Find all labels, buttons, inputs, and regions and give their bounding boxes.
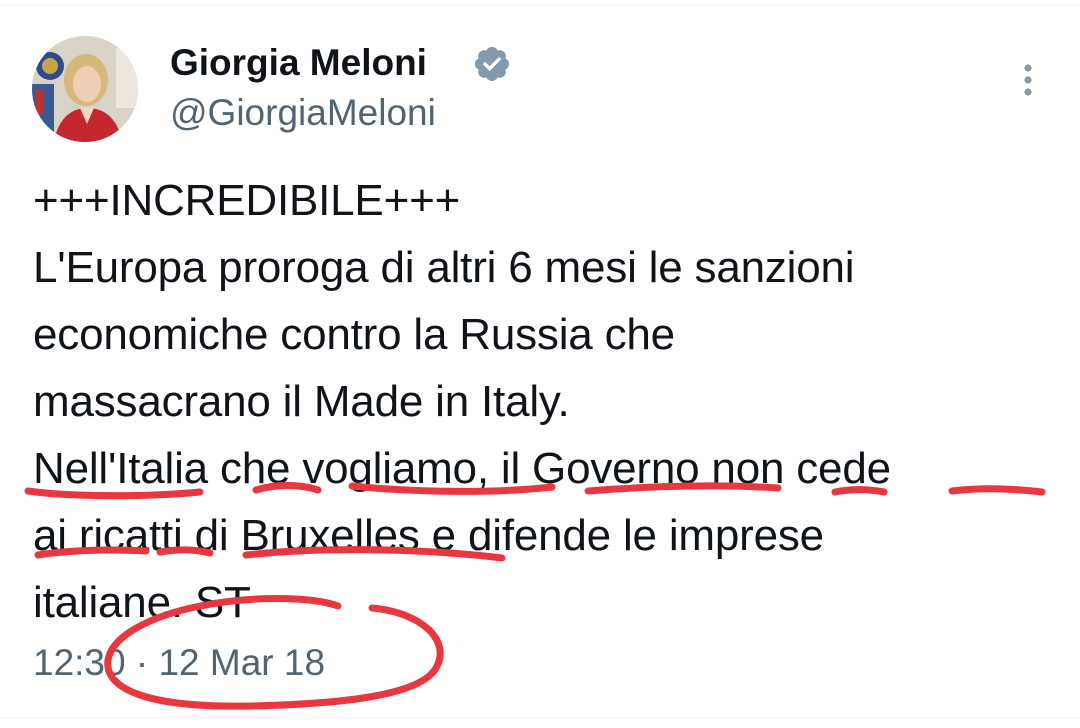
tweet-text: +++INCREDIBILE+++ L'Europa proroga di al… bbox=[33, 167, 1063, 636]
tweet-line-3: economiche contro la Russia che bbox=[33, 310, 675, 359]
display-name[interactable]: Giorgia Meloni bbox=[170, 40, 427, 86]
profile-photo-icon bbox=[32, 36, 138, 142]
tweet-line-6: ai ricatti di Bruxelles e difende le imp… bbox=[33, 511, 824, 560]
tweet-line-5: Nell'Italia che vogliamo, il Governo non… bbox=[33, 444, 891, 493]
tweet-line-2: L'Europa proroga di altri 6 mesi le sanz… bbox=[33, 243, 855, 292]
more-vertical-icon[interactable] bbox=[1008, 58, 1048, 102]
tweet-line-7: italiane. ST bbox=[33, 578, 251, 627]
user-handle[interactable]: @GiorgiaMeloni bbox=[170, 90, 436, 136]
tweet-line-4: massacrano il Made in Italy. bbox=[33, 377, 570, 426]
avatar[interactable] bbox=[32, 36, 138, 142]
tweet-timestamp[interactable]: 12:30 · 12 Mar 18 bbox=[33, 640, 325, 686]
verified-badge-icon bbox=[474, 46, 510, 82]
top-divider bbox=[0, 4, 1080, 5]
bottom-divider bbox=[0, 717, 1080, 718]
tweet-line-1: +++INCREDIBILE+++ bbox=[33, 176, 461, 225]
